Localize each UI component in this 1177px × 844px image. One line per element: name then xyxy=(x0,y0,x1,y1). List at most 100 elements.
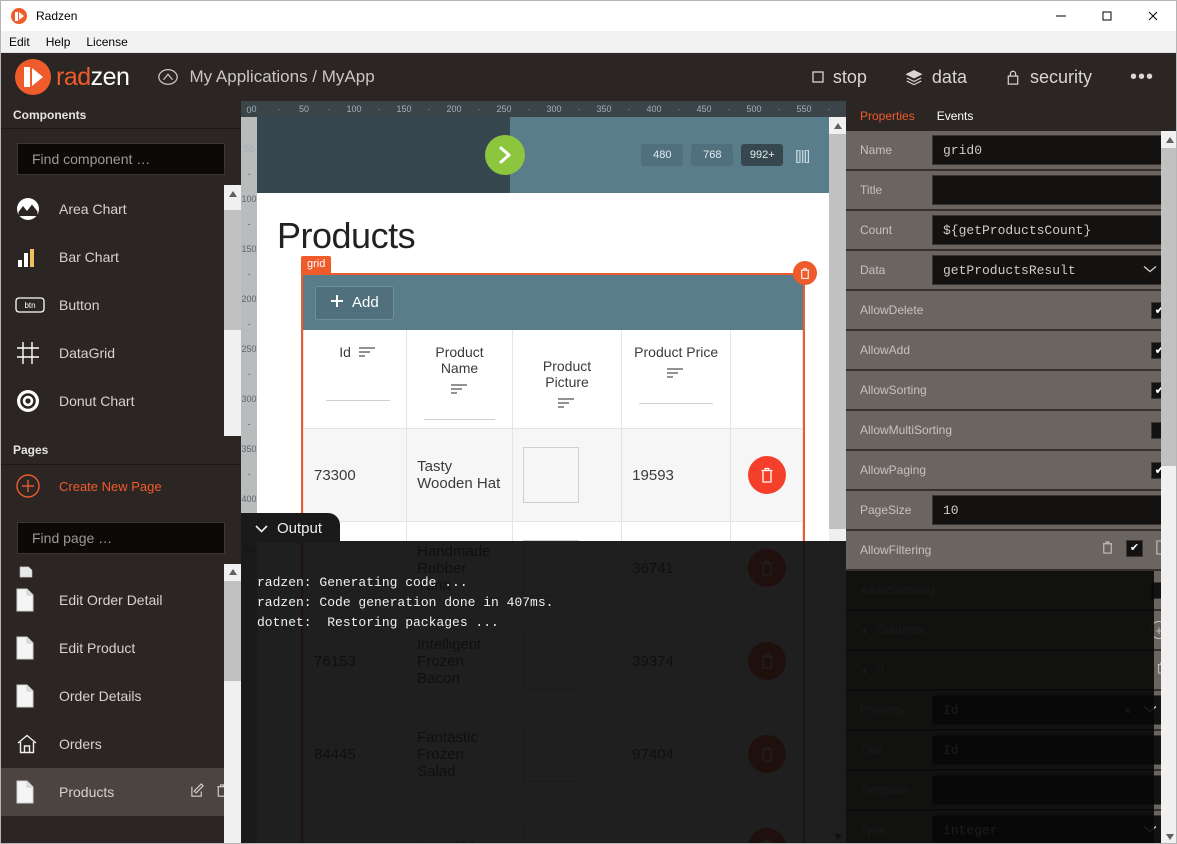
column-header-product-name[interactable]: Product Name xyxy=(406,330,513,429)
property-row-allowscrolling: AllowScrolling xyxy=(846,571,1176,611)
breakpoint-768-button[interactable]: 768 xyxy=(691,144,734,166)
chevron-down-icon[interactable] xyxy=(255,520,268,537)
filter-input-product-price[interactable] xyxy=(639,403,714,404)
maximize-icon[interactable] xyxy=(1084,1,1130,31)
scroll-track[interactable] xyxy=(1161,148,1176,828)
ruler-tick: 100 xyxy=(241,194,257,204)
property-label: AllowAdd xyxy=(860,343,911,357)
data-select-value: getProductsResult xyxy=(943,262,1076,278)
scroll-down-arrow[interactable] xyxy=(1161,828,1176,843)
count-input[interactable]: ${getProductsCount} xyxy=(932,215,1168,245)
menu-item-edit[interactable]: Edit xyxy=(1,35,38,49)
scroll-up-arrow[interactable] xyxy=(829,117,846,134)
security-button[interactable]: security xyxy=(1005,67,1092,88)
menu-item-license[interactable]: License xyxy=(78,35,135,49)
more-options-icon[interactable]: ••• xyxy=(1130,67,1154,87)
column-type-select[interactable]: integer xyxy=(932,815,1168,843)
scroll-thumb[interactable] xyxy=(829,134,846,529)
breakpoint-992-button[interactable]: 992+ xyxy=(741,144,784,166)
column-template-input[interactable] xyxy=(932,775,1168,805)
page-icon xyxy=(15,780,49,804)
table-row[interactable]: 73300 Tasty Wooden Hat 19593 x xyxy=(302,428,803,522)
property-subgroup-column-0[interactable]: ▲ 0 xyxy=(846,651,1176,691)
column-header-product-price[interactable]: Product Price xyxy=(621,330,732,429)
chevron-down-icon[interactable] xyxy=(1143,263,1157,277)
scroll-thumb[interactable] xyxy=(224,580,241,681)
sidebar-page-edit-product[interactable]: Edit Product xyxy=(1,624,241,672)
menu-item-help[interactable]: Help xyxy=(38,35,79,49)
scroll-thumb[interactable] xyxy=(224,210,241,331)
breakpoint-480-button[interactable]: 480 xyxy=(641,144,684,166)
column-type-value: integer xyxy=(943,822,998,838)
delete-icon[interactable] xyxy=(1101,540,1114,560)
column-property-select[interactable]: Id ✕ xyxy=(932,695,1168,725)
column-title-input[interactable]: Id xyxy=(932,735,1168,765)
output-panel-tab[interactable]: Output xyxy=(241,513,341,543)
property-group-columns[interactable]: ▲ Columns + xyxy=(846,611,1176,651)
allowfiltering-checkbox[interactable]: ✔ xyxy=(1126,540,1143,557)
title-input[interactable] xyxy=(932,175,1168,205)
data-select[interactable]: getProductsResult xyxy=(932,255,1168,285)
pages-scrollbar[interactable] xyxy=(224,563,241,843)
delete-component-button[interactable] xyxy=(793,261,817,285)
sort-icon[interactable] xyxy=(450,381,469,397)
sidebar-page-orders[interactable]: Orders xyxy=(1,720,241,768)
scroll-thumb[interactable] xyxy=(1161,148,1176,466)
component-item-area-chart[interactable]: Area Chart xyxy=(1,185,241,233)
column-header-label: Id xyxy=(339,344,351,360)
scroll-up-arrow[interactable] xyxy=(1161,131,1176,148)
scroll-track[interactable] xyxy=(224,202,241,436)
minimize-icon[interactable] xyxy=(1038,1,1084,31)
pagesize-input[interactable]: 10 xyxy=(932,495,1168,525)
add-button[interactable]: Add xyxy=(315,285,394,320)
scroll-track[interactable] xyxy=(224,580,241,843)
filter-input-product-name[interactable] xyxy=(424,419,495,420)
sidebar-page-order-details[interactable]: Order Details xyxy=(1,672,241,720)
properties-scrollbar[interactable] xyxy=(1161,131,1176,843)
chevron-down-icon[interactable] xyxy=(1143,703,1157,717)
output-panel[interactable]: Output radzen: Generating code ... radze… xyxy=(241,513,846,843)
components-scrollbar[interactable] xyxy=(224,185,241,437)
run-app-button[interactable] xyxy=(485,135,525,175)
close-icon[interactable] xyxy=(1130,1,1176,31)
clear-icon[interactable]: ✕ xyxy=(1124,703,1131,718)
stop-button[interactable]: stop xyxy=(812,67,867,88)
data-button[interactable]: data xyxy=(905,67,967,88)
edit-page-icon[interactable] xyxy=(190,782,205,801)
property-row-column-type: Type integer xyxy=(846,811,1176,843)
column-header-product-picture[interactable]: Product Picture xyxy=(511,330,623,429)
component-item-button[interactable]: btn Button xyxy=(1,281,241,329)
radzen-logo[interactable]: radzen xyxy=(15,59,130,95)
component-item-bar-chart[interactable]: Bar Chart xyxy=(1,233,241,281)
sort-icon[interactable] xyxy=(558,395,576,411)
page-search[interactable] xyxy=(17,521,225,554)
component-search-input[interactable] xyxy=(32,151,224,168)
sort-icon[interactable] xyxy=(358,344,377,360)
scroll-up-arrow[interactable] xyxy=(224,563,241,581)
tab-events[interactable]: Events xyxy=(937,109,974,123)
name-input[interactable]: grid0 xyxy=(932,135,1168,165)
property-row-allowsorting: AllowSorting ✔ xyxy=(846,371,1176,411)
sidebar-page-products[interactable]: Products xyxy=(1,767,241,816)
component-item-datagrid[interactable]: DataGrid xyxy=(1,329,241,377)
columns-layout-icon[interactable]: [|||] xyxy=(795,147,810,163)
component-item-donut-chart[interactable]: Donut Chart xyxy=(1,377,241,425)
component-search[interactable] xyxy=(17,143,225,176)
tab-properties[interactable]: Properties xyxy=(860,109,915,123)
caret-up-icon[interactable]: ▲ xyxy=(846,625,869,635)
row-delete-button[interactable]: x xyxy=(747,456,786,494)
component-item-dropdown[interactable]: DropDown xyxy=(1,425,241,436)
filter-input-id[interactable] xyxy=(326,400,391,401)
column-header-id[interactable]: Id xyxy=(302,330,408,429)
sidebar-page-edit-order-detail[interactable]: Edit Order Detail xyxy=(1,576,241,624)
pages-list: Edit Order Detail Edit Product Order Det… xyxy=(1,563,241,843)
caret-up-icon[interactable]: ▲ xyxy=(846,665,869,675)
create-new-page-button[interactable]: Create New Page xyxy=(1,465,241,508)
chevron-down-icon[interactable] xyxy=(1143,823,1157,837)
page-search-input[interactable] xyxy=(32,529,224,546)
property-row-pagesize: PageSize 10 xyxy=(846,491,1176,531)
sort-icon[interactable] xyxy=(667,365,685,381)
breadcrumb[interactable]: My Applications / MyApp xyxy=(157,66,375,88)
scroll-up-arrow[interactable] xyxy=(224,185,241,203)
column-property-value: Id xyxy=(943,702,959,718)
